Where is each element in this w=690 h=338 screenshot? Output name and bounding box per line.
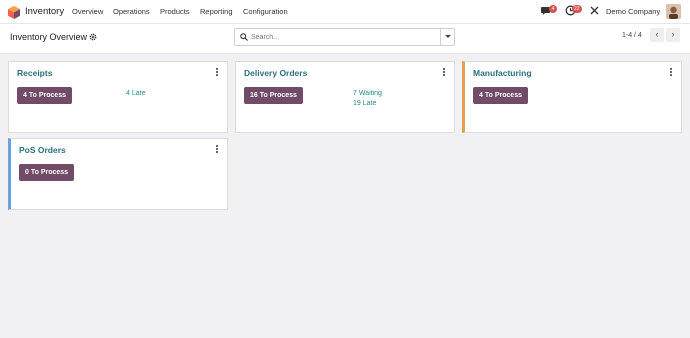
- card-title[interactable]: Manufacturing: [473, 68, 532, 78]
- search-bar: [234, 28, 455, 46]
- manufacturing-card[interactable]: Manufacturing 4 To Process: [462, 61, 682, 133]
- activity-badge: 22: [572, 5, 582, 13]
- tools-icon[interactable]: [589, 5, 600, 16]
- pager-value[interactable]: 1-4 / 4: [622, 32, 642, 39]
- card-title[interactable]: PoS Orders: [19, 145, 66, 155]
- receipts-card[interactable]: Receipts 4 To Process 4 Late: [8, 61, 228, 133]
- card-menu-icon[interactable]: [215, 68, 219, 78]
- app-name[interactable]: Inventory: [25, 6, 64, 17]
- to-process-button[interactable]: 16 To Process: [244, 87, 303, 104]
- user-avatar[interactable]: [666, 4, 681, 19]
- top-navbar: Inventory Overview Operations Products R…: [0, 0, 690, 24]
- card-menu-icon[interactable]: [442, 68, 446, 78]
- search-options-toggle[interactable]: [440, 29, 454, 45]
- to-process-button[interactable]: 0 To Process: [19, 164, 75, 181]
- menu-overview[interactable]: Overview: [72, 7, 103, 16]
- delivery-orders-card[interactable]: Delivery Orders 16 To Process 7 Waiting …: [235, 61, 455, 133]
- pager-next-button[interactable]: ›: [666, 28, 680, 42]
- to-process-button[interactable]: 4 To Process: [17, 87, 73, 104]
- pos-orders-card[interactable]: PoS Orders 0 To Process: [8, 138, 228, 210]
- card-menu-icon[interactable]: [215, 145, 219, 155]
- discuss-badge: 4: [549, 5, 557, 13]
- late-link[interactable]: 19 Late: [353, 100, 376, 107]
- gear-icon[interactable]: [89, 33, 97, 41]
- card-title[interactable]: Delivery Orders: [244, 68, 307, 78]
- card-menu-icon[interactable]: [669, 68, 673, 78]
- menu-products[interactable]: Products: [160, 7, 190, 16]
- control-panel: Inventory Overview 1-4 / 4 ‹ ›: [0, 24, 690, 54]
- page-title: Inventory Overview: [10, 32, 88, 42]
- search-input[interactable]: [251, 30, 436, 44]
- late-link[interactable]: 4 Late: [126, 90, 145, 97]
- menu-reporting[interactable]: Reporting: [200, 7, 233, 16]
- menu-configuration[interactable]: Configuration: [243, 7, 288, 16]
- inventory-app-icon[interactable]: [8, 6, 20, 19]
- company-switcher[interactable]: Demo Company: [606, 7, 660, 16]
- card-title[interactable]: Receipts: [17, 68, 52, 78]
- pager-previous-button[interactable]: ‹: [650, 28, 664, 42]
- waiting-link[interactable]: 7 Waiting: [353, 90, 382, 97]
- to-process-button[interactable]: 4 To Process: [473, 87, 529, 104]
- menu-operations[interactable]: Operations: [113, 7, 150, 16]
- search-icon: [240, 33, 248, 41]
